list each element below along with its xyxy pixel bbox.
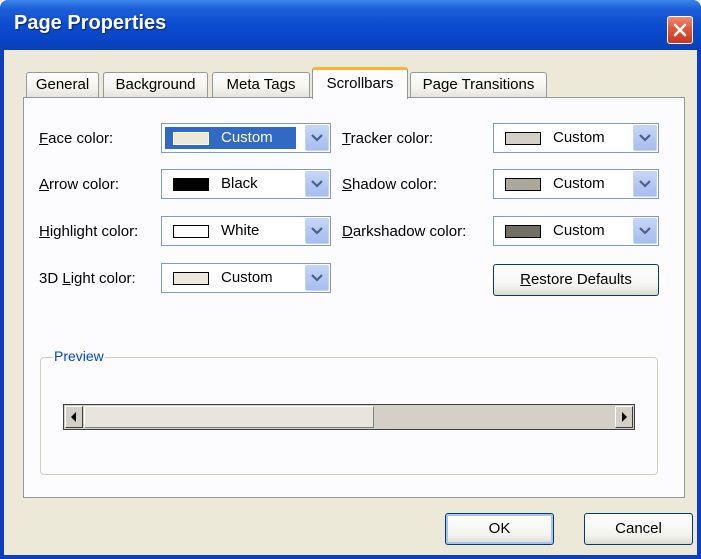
highlight-color-swatch — [173, 225, 209, 238]
window-title: Page Properties — [14, 12, 167, 34]
chevron-down-icon — [311, 180, 323, 188]
tracker-color-select[interactable]: Custom — [493, 123, 659, 153]
tracker-color-value: Custom — [553, 129, 605, 146]
highlight-color-label: Highlight color: — [39, 223, 139, 240]
face-color-label: Face color: — [39, 130, 114, 147]
arrow-color-dropdown-button[interactable] — [305, 171, 329, 197]
preview-scrollbar[interactable] — [63, 404, 635, 430]
tab-page-transitions[interactable]: Page Transitions — [410, 72, 547, 98]
arrow-color-select[interactable]: Black — [161, 169, 331, 199]
tracker-color-swatch — [505, 132, 541, 145]
arrow-left-icon — [71, 412, 76, 422]
chevron-down-icon — [311, 274, 323, 282]
darkshadow-color-select[interactable]: Custom — [493, 216, 659, 246]
arrow-color-swatch — [173, 178, 209, 191]
darkshadow-color-value: Custom — [553, 222, 605, 239]
title-bar[interactable]: Page Properties — [0, 0, 701, 50]
tracker-color-dropdown-button[interactable] — [633, 125, 657, 151]
chevron-down-icon — [311, 134, 323, 142]
3d-light-color-label: 3D Light color: — [39, 270, 136, 287]
face-color-swatch — [173, 132, 209, 145]
shadow-color-dropdown-button[interactable] — [633, 171, 657, 197]
shadow-color-swatch — [505, 178, 541, 191]
arrow-right-icon — [622, 412, 627, 422]
3d-light-color-swatch — [173, 272, 209, 285]
ok-button[interactable]: OK — [445, 513, 554, 545]
cancel-button[interactable]: Cancel — [584, 513, 693, 545]
face-color-value: Custom — [221, 129, 273, 146]
close-icon — [673, 23, 687, 37]
arrow-color-value: Black — [221, 175, 258, 192]
shadow-color-select[interactable]: Custom — [493, 169, 659, 199]
restore-defaults-button[interactable]: Restore Defaults — [493, 264, 659, 296]
tracker-color-label: Tracker color: — [342, 130, 434, 147]
face-color-dropdown-button[interactable] — [305, 125, 329, 151]
3d-light-color-select[interactable]: Custom — [161, 263, 331, 293]
scroll-left-button[interactable] — [65, 406, 83, 428]
highlight-color-dropdown-button[interactable] — [305, 218, 329, 244]
shadow-color-label: Shadow color: — [342, 176, 438, 193]
chevron-down-icon — [639, 134, 651, 142]
tab-general[interactable]: General — [26, 72, 99, 98]
3d-light-color-value: Custom — [221, 269, 273, 286]
tab-background[interactable]: Background — [103, 72, 208, 98]
tab-meta-tags[interactable]: Meta Tags — [212, 72, 310, 98]
arrow-color-label: Arrow color: — [39, 176, 120, 193]
darkshadow-color-swatch — [505, 225, 541, 238]
highlight-color-value: White — [221, 222, 260, 239]
scroll-right-button[interactable] — [615, 406, 633, 428]
darkshadow-color-label: Darkshadow color: — [342, 223, 467, 240]
3d-light-color-dropdown-button[interactable] — [305, 265, 329, 291]
preview-group-title: Preview — [53, 348, 105, 364]
shadow-color-value: Custom — [553, 175, 605, 192]
chevron-down-icon — [311, 227, 323, 235]
close-button[interactable] — [667, 16, 693, 44]
chevron-down-icon — [639, 227, 651, 235]
chevron-down-icon — [639, 180, 651, 188]
highlight-color-select[interactable]: White — [161, 216, 331, 246]
face-color-select[interactable]: Custom — [161, 123, 331, 153]
tab-scrollbars[interactable]: Scrollbars — [312, 67, 408, 99]
scroll-thumb[interactable] — [84, 406, 374, 428]
darkshadow-color-dropdown-button[interactable] — [633, 218, 657, 244]
